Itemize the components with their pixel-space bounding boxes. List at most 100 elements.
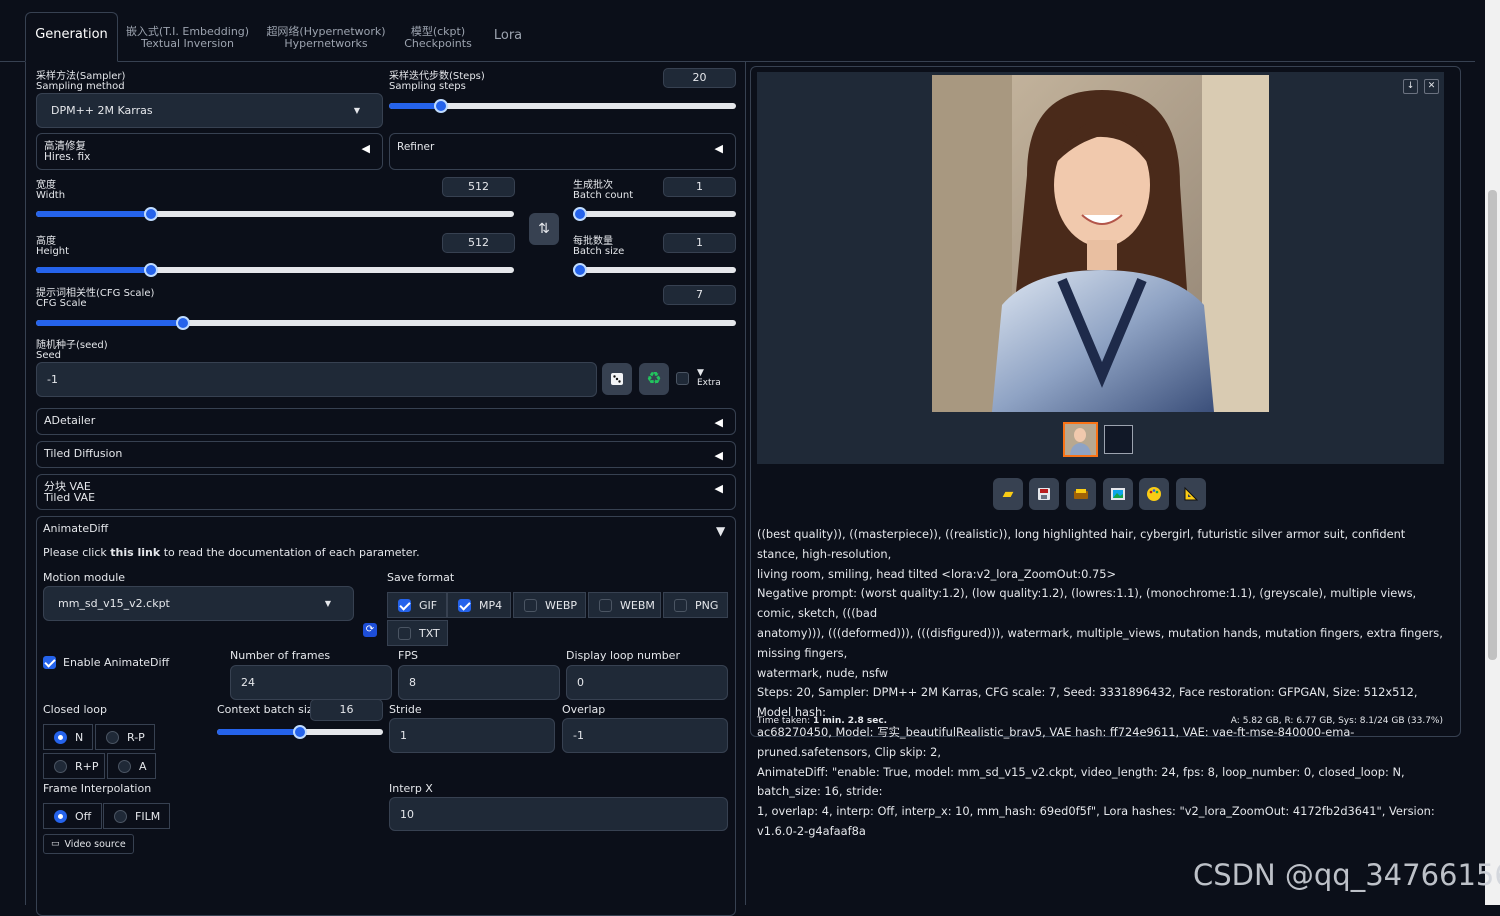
random-seed-button[interactable] [602, 363, 632, 395]
tab-hypernetworks[interactable]: 超网络(Hypernetwork) Hypernetworks [262, 12, 390, 62]
loop-label: Display loop number [566, 649, 680, 662]
batch-size-number[interactable]: 1 [663, 233, 736, 253]
closed-loop-label: Closed loop [43, 703, 107, 716]
video-icon: ▭ [51, 839, 60, 849]
format-mp4-checkbox[interactable]: MP4 [447, 592, 511, 618]
zip-button[interactable] [1066, 478, 1096, 510]
context-batch-label: Context batch size [217, 703, 320, 716]
frame-interp-off-radio[interactable]: Off [43, 803, 102, 829]
tab-lora[interactable]: Lora [488, 12, 528, 62]
portrait-image [932, 75, 1269, 412]
height-label: 高度 Height [36, 236, 70, 257]
checkbox-box [398, 626, 411, 640]
frame-interp-label: Frame Interpolation [43, 782, 152, 795]
motion-module-label: Motion module [43, 571, 126, 584]
send-to-img2img-button[interactable] [1103, 478, 1133, 510]
height-slider[interactable] [36, 263, 514, 277]
steps-slider[interactable] [389, 99, 736, 113]
cfg-number[interactable]: 7 [663, 285, 736, 305]
fps-input[interactable]: 8 [398, 665, 560, 700]
cfg-slider[interactable] [36, 316, 736, 330]
tab-generation[interactable]: Generation [25, 12, 118, 62]
format-webm-checkbox[interactable]: WEBM [588, 592, 661, 618]
watermark: CSDN @qq_34766156 [1193, 858, 1500, 892]
closed-loop-rp-radio[interactable]: R-P [95, 724, 155, 750]
close-button[interactable]: ✕ [1424, 79, 1439, 94]
download-button[interactable]: ↓ [1403, 79, 1418, 94]
sampler-dropdown[interactable]: DPM++ 2M Karras ▼ [36, 93, 383, 128]
save-button[interactable] [1029, 478, 1059, 510]
steps-number[interactable]: 20 [663, 68, 736, 88]
video-source-tab[interactable]: ▭ Video source [43, 834, 134, 854]
expand-arrow-icon[interactable]: ▼ [716, 524, 725, 538]
overlap-input[interactable]: -1 [562, 718, 728, 753]
dice-icon [611, 373, 623, 385]
seed-input[interactable]: -1 [36, 362, 597, 397]
batch-size-slider[interactable] [573, 263, 736, 277]
hires-fix-accordion[interactable]: 高清修复 Hires. fix ◀ [36, 133, 383, 170]
scrollbar-thumb[interactable] [1488, 190, 1497, 660]
frames-input[interactable]: 24 [230, 665, 392, 700]
refresh-models-button[interactable]: ⟳ [363, 623, 377, 637]
send-to-extras-button[interactable] [1176, 478, 1206, 510]
picture-icon [1111, 488, 1125, 500]
refiner-accordion[interactable]: Refiner ◀ [389, 133, 736, 170]
info-line: ac68270450, Model: 写实_beautifulRealistic… [757, 724, 1355, 759]
closed-loop-n-radio[interactable]: N [43, 724, 93, 750]
width-label: 宽度 Width [36, 180, 66, 201]
close-icon: ✕ [1427, 81, 1436, 91]
height-number[interactable]: 512 [442, 233, 515, 253]
folder-icon: ▰ [1002, 486, 1014, 502]
info-line: 1, overlap: 4, interp: Off, interp_x: 10… [757, 804, 1435, 838]
thumbnail-broken[interactable] [1104, 425, 1133, 454]
frames-label: Number of frames [230, 649, 331, 662]
format-webp-checkbox[interactable]: WEBP [513, 592, 586, 618]
radio-label: N [75, 730, 84, 744]
save-icon [1038, 488, 1050, 500]
extra-seed-toggle[interactable]: ▼ Extra [697, 368, 721, 388]
tab-label: Generation [35, 27, 108, 42]
width-number[interactable]: 512 [442, 177, 515, 197]
extra-seed-checkbox[interactable] [676, 372, 689, 385]
frame-interp-film-radio[interactable]: FILM [103, 803, 170, 829]
animatediff-title[interactable]: AnimateDiff [43, 522, 108, 535]
tiled-diffusion-accordion[interactable]: Tiled Diffusion ◀ [36, 441, 736, 468]
reuse-seed-button[interactable]: ♻ [639, 363, 669, 395]
animatediff-note: Please click this link to read the docum… [43, 546, 420, 559]
docs-link[interactable]: this link [110, 546, 160, 559]
batch-count-number[interactable]: 1 [663, 177, 736, 197]
format-gif-checkbox[interactable]: GIF [387, 592, 447, 618]
open-folder-button[interactable]: ▰ [993, 478, 1023, 510]
chevron-down-icon: ▼ [353, 106, 360, 115]
context-batch-number[interactable]: 16 [310, 699, 383, 721]
radio-dot [106, 730, 119, 744]
page-scrollbar[interactable] [1485, 0, 1500, 905]
tiled-vae-accordion[interactable]: 分块 VAE Tiled VAE ◀ [36, 474, 736, 510]
enable-animatediff-checkbox[interactable]: Enable AnimateDiff [43, 656, 169, 669]
frames-value: 24 [241, 676, 255, 689]
thumbnail-image [1065, 424, 1096, 455]
info-line: watermark, nude, nsfw [757, 665, 889, 680]
closed-loop-rpp-radio[interactable]: R+P [43, 753, 105, 779]
closed-loop-a-radio[interactable]: A [107, 753, 156, 779]
swap-dimensions-button[interactable]: ⇅ [529, 213, 559, 245]
motion-module-dropdown[interactable]: mm_sd_v15_v2.ckpt ▼ [43, 586, 354, 621]
collapse-arrow-icon: ◀ [714, 416, 723, 429]
generated-image[interactable] [932, 75, 1269, 412]
context-batch-slider[interactable] [217, 725, 383, 739]
thumbnail-selected[interactable] [1063, 422, 1098, 457]
interp-x-input[interactable]: 10 [389, 797, 728, 831]
format-txt-checkbox[interactable]: TXT [387, 620, 448, 646]
radio-label: R-P [127, 730, 145, 744]
stride-input[interactable]: 1 [389, 718, 555, 753]
loop-input[interactable]: 0 [566, 665, 728, 700]
batch-count-slider[interactable] [573, 207, 736, 221]
collapse-arrow-icon: ◀ [714, 449, 723, 462]
tab-textual-inversion[interactable]: 嵌入式(T.I. Embedding) Textual Inversion [125, 12, 250, 62]
width-slider[interactable] [36, 207, 514, 221]
format-png-checkbox[interactable]: PNG [663, 592, 728, 618]
cfg-label: 提示词相关性(CFG Scale) CFG Scale [36, 288, 155, 309]
send-to-inpaint-button[interactable] [1139, 478, 1169, 510]
tab-checkpoints[interactable]: 模型(ckpt) Checkpoints [398, 12, 478, 62]
adetailer-accordion[interactable]: ADetailer ◀ [36, 408, 736, 435]
